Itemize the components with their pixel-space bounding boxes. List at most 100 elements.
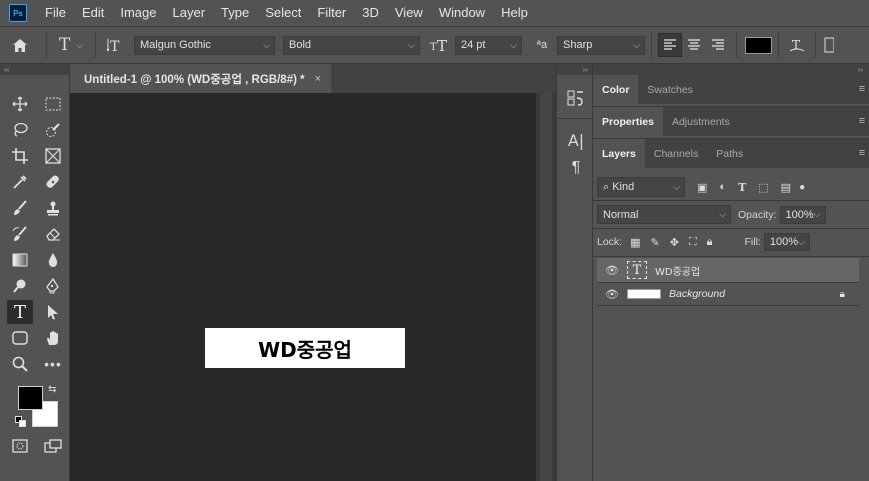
blur-tool-icon[interactable] [40,248,66,272]
default-colors-icon[interactable] [15,416,27,428]
tool-preset-picker[interactable]: T ⌵ [53,35,89,55]
menu-window[interactable]: Window [431,0,493,26]
panel-menu-icon[interactable]: ≡ [859,115,865,127]
hand-tool-icon[interactable] [40,326,66,350]
eraser-tool-icon[interactable] [40,222,66,246]
gradient-tool-icon[interactable] [7,248,33,272]
lock-image-pixels-icon[interactable]: ✎ [651,236,660,249]
character-panel-icon[interactable]: A| [566,130,586,150]
menu-help[interactable]: Help [493,0,536,26]
antialias-select[interactable]: Sharp ⌵ [557,35,645,55]
eyedropper-icon[interactable] [7,170,33,194]
menu-edit[interactable]: Edit [74,0,112,26]
collapsed-panel-dock: ›› A| ¶ [556,64,594,481]
dodge-tool-icon[interactable] [7,274,33,298]
menu-select[interactable]: Select [257,0,309,26]
lock-position-icon[interactable]: ✥ [670,236,679,249]
options-bar: T ⌵ T Malgun Gothic ⌵ Bold ⌵ TT 24 pt ⌵ … [0,26,869,64]
tab-properties[interactable]: Properties [593,107,663,136]
tab-adjustments[interactable]: Adjustments [663,107,739,136]
move-tool-icon[interactable] [7,92,33,116]
quick-mask-icon[interactable] [7,434,33,458]
font-style-value: Bold [289,39,312,51]
pen-tool-icon[interactable] [40,274,66,298]
opacity-input[interactable]: 100% ⌵ [779,205,826,224]
tab-paths[interactable]: Paths [707,139,752,168]
font-family-select[interactable]: Malgun Gothic ⌵ [134,35,275,55]
align-left-button[interactable] [658,33,682,57]
image-filter-icon[interactable]: ▣ [697,181,707,194]
divider [593,256,869,257]
scrollbar-thumb[interactable] [540,93,552,481]
menu-layer[interactable]: Layer [165,0,214,26]
menu-filter[interactable]: Filter [309,0,354,26]
frame-tool-icon[interactable] [40,144,66,168]
panel-menu-icon[interactable]: ≡ [859,147,865,159]
chevron-down-icon: ⌵ [263,39,270,50]
close-icon[interactable]: × [315,73,321,85]
adjustment-filter-icon[interactable]: ◐ [719,181,726,193]
chevron-down-icon: ⌵ [408,39,415,50]
shape-filter-icon[interactable]: ⬚ [758,181,768,194]
warp-text-icon[interactable]: T [785,37,809,53]
tab-layers[interactable]: Layers [593,139,645,168]
home-icon[interactable] [0,38,40,53]
document-tab[interactable]: Untitled-1 @ 100% (WD중공업 , RGB/8#) * × [70,64,332,93]
zoom-tool-icon[interactable] [7,352,33,376]
vertical-scrollbar[interactable] [536,93,556,481]
toggle-text-orientation-icon[interactable]: T [102,37,130,53]
character-panel-icon[interactable] [822,37,836,53]
lock-artboard-icon[interactable]: ⛶ [689,236,697,249]
align-right-button[interactable] [706,33,730,57]
align-center-button[interactable] [682,33,706,57]
menu-file[interactable]: File [37,0,74,26]
canvas-text-layer[interactable]: WD중공업 [205,328,405,368]
menu-3d[interactable]: 3D [354,0,387,26]
layer-row-background[interactable]: 👁︎ Background 🔒︎ [597,283,859,305]
tab-swatches[interactable]: Swatches [638,75,702,104]
history-panel-icon[interactable] [566,88,586,108]
swap-colors-icon[interactable]: ⇆ [48,384,56,395]
tab-color[interactable]: Color [593,75,639,104]
font-style-select[interactable]: Bold ⌵ [283,35,420,55]
text-color-swatch[interactable] [745,36,772,54]
quick-selection-icon[interactable] [40,118,66,142]
rectangular-marquee-icon[interactable] [40,92,66,116]
kind-label: Kind [612,180,635,193]
crop-tool-icon[interactable] [7,144,33,168]
type-filter-icon[interactable]: T [738,181,746,194]
blend-mode-select[interactable]: Normal ⌵ [597,205,731,224]
fill-input[interactable]: 100% ⌵ [763,233,810,251]
menu-image[interactable]: Image [112,0,164,26]
tab-channels[interactable]: Channels [645,139,707,168]
path-selection-icon[interactable] [40,300,66,324]
menu-type[interactable]: Type [213,0,257,26]
menu-view[interactable]: View [387,0,431,26]
clone-stamp-icon[interactable] [40,196,66,220]
spot-healing-brush-icon[interactable] [40,170,66,194]
horizontal-type-tool-icon[interactable]: T [7,300,33,324]
menu-bar: Ps File Edit Image Layer Type Select Fil… [0,0,869,26]
screen-mode-icon[interactable] [40,434,66,458]
lock-transparent-pixels-icon[interactable]: ▦ [630,236,640,249]
layer-row-text[interactable]: 👁︎ T WD중공업 [597,258,859,282]
paragraph-panel-icon[interactable]: ¶ [566,158,586,178]
collapse-icon[interactable]: ‹‹ [0,64,69,75]
collapse-icon[interactable]: ›› [593,64,869,75]
panel-menu-icon[interactable]: ≡ [859,83,865,95]
font-size-select[interactable]: 24 pt ⌵ [455,35,522,55]
foreground-color-swatch[interactable] [18,386,43,410]
layer-kind-filter[interactable]: ⌕ Kind ⌵ [597,177,685,197]
visibility-eye-icon[interactable]: 👁︎ [601,288,623,301]
more-tools-icon[interactable]: ••• [40,352,66,376]
smart-object-filter-icon[interactable]: ▤ [781,181,791,194]
rectangle-tool-icon[interactable] [7,326,33,350]
filter-toggle-icon[interactable]: ● [799,182,805,193]
expand-panels-icon[interactable]: ›› [557,64,592,75]
brush-tool-icon[interactable] [7,196,33,220]
svg-text:T: T [110,39,120,53]
lock-all-icon[interactable]: 🔒︎ [707,236,713,249]
history-brush-icon[interactable] [7,222,33,246]
lasso-tool-icon[interactable] [7,118,33,142]
visibility-eye-icon[interactable]: 👁︎ [601,264,623,277]
